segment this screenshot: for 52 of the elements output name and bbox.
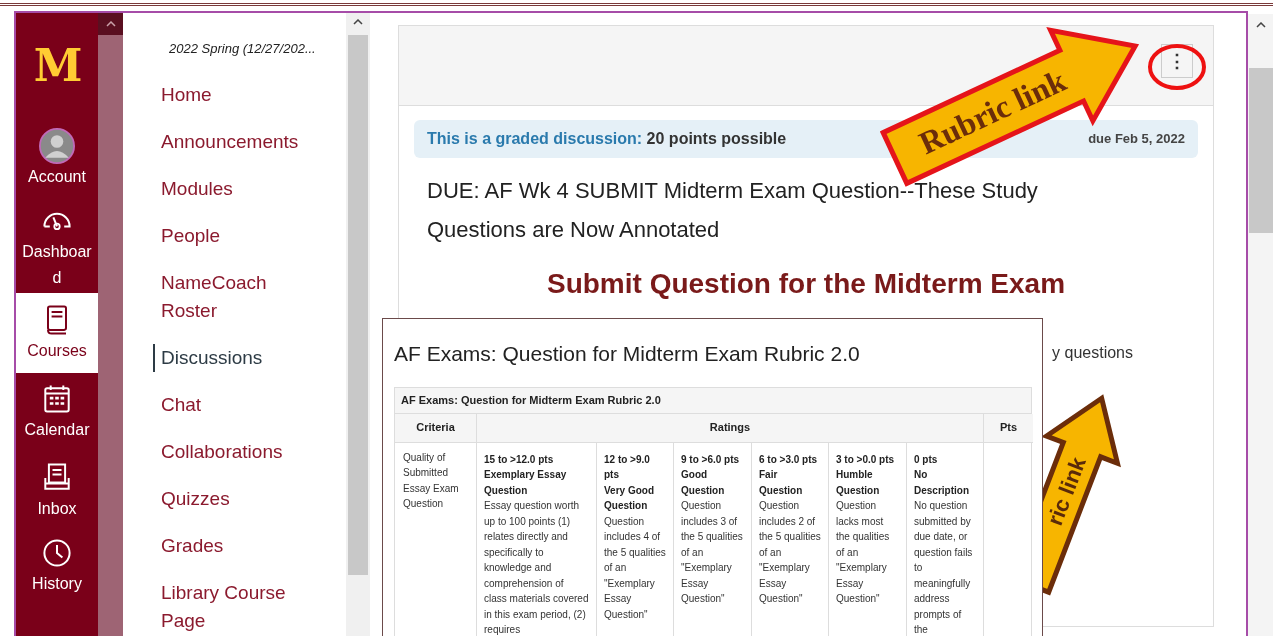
rating-description: Question includes 2 of the 5 qualities of an "Exemplary Essay Question": [759, 499, 821, 606]
rating-description: No question submitted by due date, or question fails to meaningfully address prompts of the: [914, 499, 974, 636]
highlight-circle: [1148, 44, 1206, 90]
scroll-up-icon[interactable]: [353, 19, 363, 25]
course-nav-link[interactable]: Announcements: [161, 127, 311, 156]
graded-info: This is a graded discussion: 20 points possible: [427, 129, 787, 149]
global-nav-item[interactable]: Calendar: [16, 373, 98, 451]
course-nav-link[interactable]: Chat: [161, 390, 311, 419]
rating-description: Question includes 3 of the 5 qualities of an "Exemplary Essay Question": [681, 499, 744, 606]
term-label: 2022 Spring (12/27/202...: [169, 40, 317, 58]
rating-title: 3 to >0.0 pts Humble Question: [836, 452, 896, 498]
course-nav-link[interactable]: Modules: [161, 174, 311, 203]
course-nav-link[interactable]: Grades: [161, 531, 311, 560]
due-date: due Feb 5, 2022: [1088, 130, 1185, 149]
scroll-up-button[interactable]: [98, 13, 123, 35]
course-nav-link[interactable]: NameCoach Roster: [161, 268, 311, 325]
caret-icon: [105, 21, 116, 27]
table-cell: Quality of Submitted Essay Exam Question: [395, 442, 477, 636]
scrollbar-thumb[interactable]: [348, 35, 368, 575]
global-nav-item[interactable]: Inbox: [16, 451, 98, 531]
scroll-up-icon[interactable]: [1255, 22, 1266, 28]
rating-description: Question includes 4 of the 5 qualities of an "Exemplary Essay Question": [604, 514, 666, 622]
course-nav-link[interactable]: Home: [161, 80, 311, 109]
rating-title: 9 to >6.0 pts Good Question: [681, 452, 741, 498]
course-nav-link[interactable]: Quizzes: [161, 484, 311, 513]
scrollbar-thumb[interactable]: [1248, 68, 1273, 233]
rating-title: 12 to >9.0 pts Very Good Question: [604, 452, 655, 513]
course-nav-link[interactable]: Library Course Page: [161, 578, 311, 635]
global-nav-item[interactable]: Account: [16, 117, 98, 201]
table-caption: AF Exams: Question for Midterm Exam Rubric 2.0: [395, 387, 1031, 414]
rating-description: Essay question worth up to 100 points (1) relates directly and specifically to knowledge and comprehension of class materials covered in this exam period, (2) requires: [484, 499, 589, 636]
callout-label: ric link: [1042, 453, 1091, 529]
course-nav-link[interactable]: Collaborations: [161, 437, 311, 466]
global-nav-item[interactable]: Dashboard: [16, 201, 98, 293]
course-nav-link[interactable]: People: [161, 221, 311, 250]
global-nav-item[interactable]: History: [16, 531, 98, 601]
discussion-title: DUE: AF Wk 4 SUBMIT Midterm Exam Question--These Study Questions are Now Annotated: [426, 177, 1039, 244]
university-logo[interactable]: M: [16, 43, 98, 89]
column-header: Pts: [984, 413, 1033, 443]
callout-label: Rubric link: [913, 61, 1072, 161]
column-header: Criteria: [395, 413, 477, 443]
global-nav-item[interactable]: Courses: [16, 293, 98, 373]
course-nav-link[interactable]: Discussions: [153, 343, 303, 372]
dialog-title: AF Exams: Question for Midterm Exam Rubric 2.0: [394, 341, 861, 367]
rating-description: Question lacks most the qualities of an "Exemplary Essay Question": [836, 499, 891, 606]
rating-title: 0 pts No Description: [914, 452, 970, 498]
rating-title: 6 to >3.0 pts Fair Question: [759, 452, 819, 498]
rating-title: 15 to >12.0 pts Exemplary Essay Question: [484, 452, 568, 498]
column-header: Ratings: [477, 413, 984, 443]
avatar-icon: [39, 128, 75, 164]
body-text: y questions: [1052, 343, 1133, 363]
section-heading: Submit Question for the Midterm Exam: [545, 267, 1067, 301]
